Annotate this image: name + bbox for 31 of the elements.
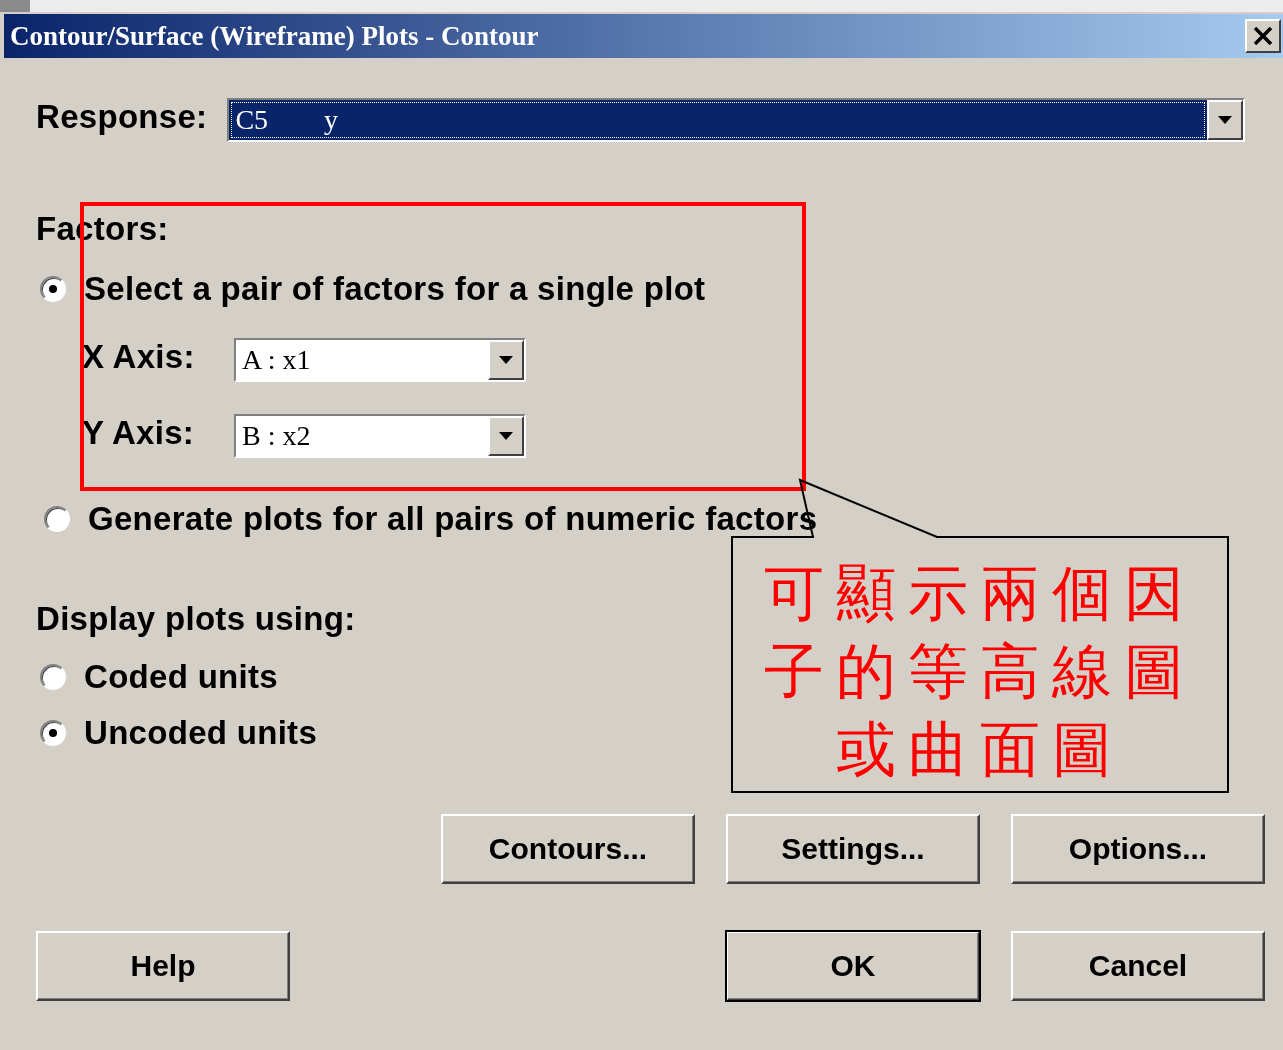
dialog-button[interactable]: Cancel [1011,931,1265,1001]
dropdown-arrow-icon [499,356,513,364]
radio-button[interactable] [44,506,70,532]
radio-label[interactable]: Coded units [84,658,278,696]
dialog-button[interactable]: Options... [1011,814,1265,884]
dialog-button[interactable]: OK [726,931,980,1001]
dialog-button[interactable]: Help [36,931,290,1001]
axis-combo[interactable]: A : x1 [234,338,526,382]
section-label: Display plots using: [36,600,356,638]
radio-label[interactable]: Uncoded units [84,714,318,752]
close-button[interactable] [1245,19,1281,53]
close-icon [1253,27,1273,45]
dropdown-button[interactable] [1207,100,1244,140]
radio-button[interactable] [40,276,66,302]
dropdown-button[interactable] [488,340,524,380]
axis-label: Y Axis: [82,414,196,452]
combo-value: B : x2 [236,416,488,456]
axis-label: X Axis: [82,338,196,376]
dropdown-arrow-icon [1218,116,1233,124]
callout-note: 可顯示兩個因子的等高線圖或曲面圖 [763,557,1197,786]
combo-value: A : x1 [236,340,488,380]
dropdown-button[interactable] [488,416,524,456]
radio-label[interactable]: Select a pair of factors for a single plot [84,270,706,308]
dialog-button[interactable]: Settings... [726,814,980,884]
axis-combo[interactable]: B : x2 [234,414,526,458]
response-label: Response: [36,98,208,136]
radio-button[interactable] [40,664,66,690]
radio-button[interactable] [40,720,66,746]
dialog-button[interactable]: Contours... [441,814,695,884]
window-title: Contour/Surface (Wireframe) Plots - Contour [10,20,539,52]
dropdown-arrow-icon [499,432,513,440]
